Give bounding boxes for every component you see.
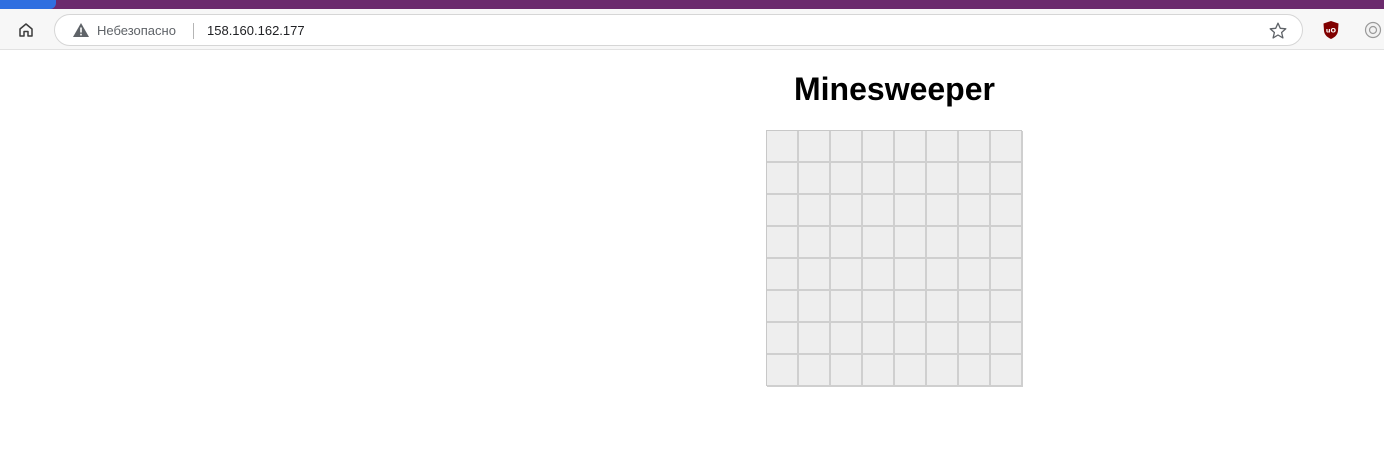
board-cell[interactable] — [831, 131, 863, 163]
board-cell[interactable] — [863, 291, 895, 323]
board-cell[interactable] — [863, 163, 895, 195]
board-cell[interactable] — [959, 259, 991, 291]
board-cell[interactable] — [799, 131, 831, 163]
board-cell[interactable] — [895, 323, 927, 355]
url-divider — [193, 23, 194, 39]
address-bar[interactable]: Небезопасно 158.160.162.177 — [54, 14, 1303, 46]
board-cell[interactable] — [799, 291, 831, 323]
board-cell[interactable] — [927, 355, 959, 387]
home-button[interactable] — [12, 17, 40, 43]
board-cell[interactable] — [991, 259, 1023, 291]
board-cell[interactable] — [767, 323, 799, 355]
board-cell[interactable] — [767, 131, 799, 163]
ublock-icon[interactable]: uO — [1322, 20, 1340, 40]
board-cell[interactable] — [927, 323, 959, 355]
board-cell[interactable] — [991, 291, 1023, 323]
board-cell[interactable] — [767, 355, 799, 387]
board-cell[interactable] — [895, 259, 927, 291]
active-tab[interactable] — [0, 0, 56, 9]
board-cell[interactable] — [767, 291, 799, 323]
board-cell[interactable] — [831, 163, 863, 195]
warning-icon[interactable] — [72, 22, 90, 38]
board-cell[interactable] — [831, 227, 863, 259]
board-cell[interactable] — [895, 131, 927, 163]
star-icon[interactable] — [1268, 21, 1288, 41]
board-cell[interactable] — [863, 355, 895, 387]
board-cell[interactable] — [927, 195, 959, 227]
board-cell[interactable] — [831, 323, 863, 355]
board-cell[interactable] — [863, 227, 895, 259]
board-cell[interactable] — [831, 195, 863, 227]
board-cell[interactable] — [799, 259, 831, 291]
board-cell[interactable] — [863, 131, 895, 163]
board-cell[interactable] — [991, 163, 1023, 195]
security-status-label[interactable]: Небезопасно — [97, 23, 176, 38]
board-cell[interactable] — [959, 323, 991, 355]
board-cell[interactable] — [991, 131, 1023, 163]
board-cell[interactable] — [895, 163, 927, 195]
url-text[interactable]: 158.160.162.177 — [207, 23, 305, 38]
board-cell[interactable] — [895, 227, 927, 259]
board-cell[interactable] — [799, 227, 831, 259]
board-cell[interactable] — [767, 259, 799, 291]
board-cell[interactable] — [927, 131, 959, 163]
board-cell[interactable] — [863, 195, 895, 227]
board-cell[interactable] — [895, 291, 927, 323]
board-cell[interactable] — [927, 291, 959, 323]
browser-toolbar: Небезопасно 158.160.162.177 uO — [0, 9, 1384, 50]
board-cell[interactable] — [831, 355, 863, 387]
board-cell[interactable] — [991, 195, 1023, 227]
board-cell[interactable] — [959, 163, 991, 195]
board-cell[interactable] — [863, 259, 895, 291]
svg-text:uO: uO — [1326, 27, 1337, 35]
board-cell[interactable] — [799, 355, 831, 387]
tab-strip — [0, 0, 1384, 9]
game-title: Minesweeper — [794, 71, 995, 107]
board-cell[interactable] — [927, 259, 959, 291]
board-cell[interactable] — [991, 323, 1023, 355]
board-cell[interactable] — [959, 355, 991, 387]
board-cell[interactable] — [927, 227, 959, 259]
minesweeper-board — [766, 130, 1023, 387]
board-cell[interactable] — [959, 227, 991, 259]
page-content: Minesweeper — [0, 50, 1384, 474]
board-cell[interactable] — [959, 131, 991, 163]
board-cell[interactable] — [959, 291, 991, 323]
board-cell[interactable] — [799, 323, 831, 355]
board-cell[interactable] — [927, 163, 959, 195]
board-cell[interactable] — [959, 195, 991, 227]
board-cell[interactable] — [991, 355, 1023, 387]
extension-icon[interactable] — [1364, 21, 1382, 39]
board-cell[interactable] — [991, 227, 1023, 259]
board-cell[interactable] — [895, 355, 927, 387]
board-cell[interactable] — [895, 195, 927, 227]
board-cell[interactable] — [767, 195, 799, 227]
board-cell[interactable] — [799, 195, 831, 227]
board-cell[interactable] — [831, 291, 863, 323]
board-cell[interactable] — [831, 259, 863, 291]
board-cell[interactable] — [799, 163, 831, 195]
board-cell[interactable] — [863, 323, 895, 355]
board-cell[interactable] — [767, 227, 799, 259]
home-icon — [19, 23, 33, 37]
board-cell[interactable] — [767, 163, 799, 195]
